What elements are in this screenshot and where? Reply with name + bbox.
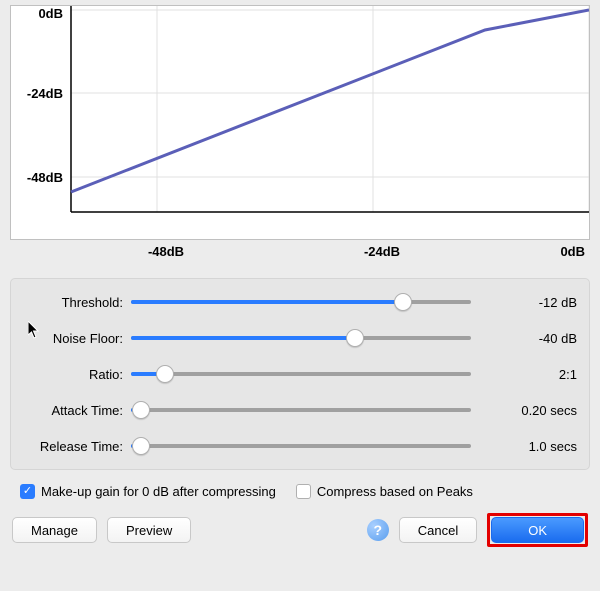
compression-chart: 0dB -24dB -48dB <box>10 5 590 240</box>
controls-panel: Threshold: -12 dB Noise Floor: -40 dB Ra… <box>10 278 590 470</box>
release-time-slider[interactable] <box>131 435 471 457</box>
ok-button[interactable]: OK <box>491 517 584 543</box>
noise-floor-slider[interactable] <box>131 327 471 349</box>
makeup-gain-checkbox[interactable]: ✓ Make-up gain for 0 dB after compressin… <box>20 484 276 499</box>
makeup-gain-label: Make-up gain for 0 dB after compressing <box>41 484 276 499</box>
help-button[interactable]: ? <box>367 519 389 541</box>
checkbox-row: ✓ Make-up gain for 0 dB after compressin… <box>20 484 580 499</box>
compress-peaks-label: Compress based on Peaks <box>317 484 473 499</box>
ratio-label: Ratio: <box>23 367 131 382</box>
ok-highlight: OK <box>487 513 588 547</box>
attack-time-label: Attack Time: <box>23 403 131 418</box>
x-tick-0: 0dB <box>560 244 585 259</box>
attack-time-row: Attack Time: 0.20 secs <box>23 399 577 421</box>
ratio-slider[interactable] <box>131 363 471 385</box>
threshold-row: Threshold: -12 dB <box>23 291 577 313</box>
noise-floor-row: Noise Floor: -40 dB <box>23 327 577 349</box>
attack-time-slider[interactable] <box>131 399 471 421</box>
x-tick-24: -24dB <box>364 244 400 259</box>
preview-button[interactable]: Preview <box>107 517 191 543</box>
ratio-row: Ratio: 2:1 <box>23 363 577 385</box>
release-time-value: 1.0 secs <box>471 439 577 454</box>
y-tick-0: 0dB <box>38 6 63 21</box>
noise-floor-label: Noise Floor: <box>23 331 131 346</box>
cancel-button[interactable]: Cancel <box>399 517 477 543</box>
y-tick-24: -24dB <box>27 86 63 101</box>
ratio-value: 2:1 <box>471 367 577 382</box>
noise-floor-value: -40 dB <box>471 331 577 346</box>
button-row: Manage Preview ? Cancel OK <box>12 513 588 547</box>
threshold-value: -12 dB <box>471 295 577 310</box>
threshold-slider[interactable] <box>131 291 471 313</box>
y-tick-48: -48dB <box>27 170 63 185</box>
x-tick-48: -48dB <box>148 244 184 259</box>
manage-button[interactable]: Manage <box>12 517 97 543</box>
release-time-row: Release Time: 1.0 secs <box>23 435 577 457</box>
threshold-label: Threshold: <box>23 295 131 310</box>
checkbox-empty-icon <box>296 484 311 499</box>
compress-peaks-checkbox[interactable]: Compress based on Peaks <box>296 484 473 499</box>
check-icon: ✓ <box>20 484 35 499</box>
attack-time-value: 0.20 secs <box>471 403 577 418</box>
release-time-label: Release Time: <box>23 439 131 454</box>
x-axis-labels: -48dB -24dB 0dB <box>10 244 590 272</box>
